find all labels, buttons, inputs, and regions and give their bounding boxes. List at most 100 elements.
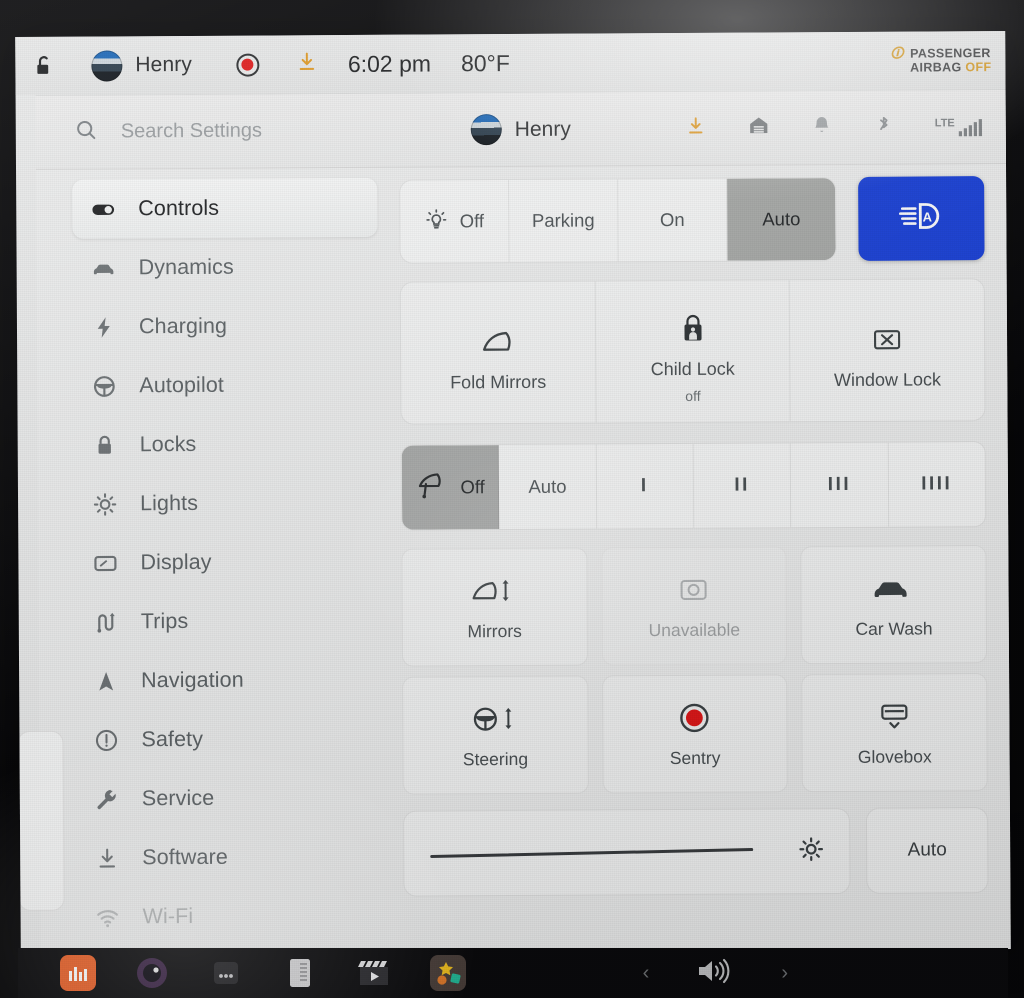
tile-child-lock[interactable]: Child Lock off bbox=[595, 280, 791, 423]
car-wash-icon bbox=[871, 569, 917, 609]
left-edge-panel bbox=[17, 730, 65, 912]
clock: 6:02 pm bbox=[347, 49, 432, 77]
brightness-slider[interactable] bbox=[430, 842, 781, 862]
speaker-icon[interactable] bbox=[695, 957, 735, 990]
avatar[interactable] bbox=[91, 49, 123, 82]
tile-label: Fold Mirrors bbox=[450, 371, 547, 392]
more-dots-icon[interactable] bbox=[208, 955, 244, 991]
sidebar-label: Locks bbox=[139, 431, 197, 457]
sidebar-label: Dynamics bbox=[138, 254, 234, 280]
wiper-option-auto[interactable]: Auto bbox=[499, 444, 597, 530]
profile-avatar[interactable] bbox=[470, 114, 502, 146]
brightness-auto-label: Auto bbox=[907, 839, 947, 861]
wiper-option-2[interactable]: II bbox=[693, 443, 792, 528]
padlock-icon bbox=[92, 432, 118, 458]
mirror-icon bbox=[476, 321, 520, 361]
sidebar-item-wifi[interactable]: Wi-Fi bbox=[76, 886, 381, 947]
auto-high-beam-button[interactable]: A bbox=[858, 176, 985, 261]
record-dot-icon[interactable] bbox=[235, 53, 259, 77]
tile-label: Steering bbox=[462, 749, 529, 770]
volume-prev-button[interactable]: ‹ bbox=[643, 962, 650, 985]
sidebar-item-dynamics[interactable]: Dynamics bbox=[72, 237, 377, 298]
tile-fold-mirrors[interactable]: Fold Mirrors bbox=[400, 281, 597, 424]
lte-label: LTE bbox=[934, 116, 955, 129]
sidebar-item-display[interactable]: Display bbox=[74, 532, 379, 593]
warning-circle-icon bbox=[93, 727, 119, 753]
auto-high-beam-icon: A bbox=[896, 196, 946, 241]
wiper-option-3[interactable]: III bbox=[791, 442, 889, 528]
display-icon bbox=[92, 550, 118, 576]
tile-label: Sentry bbox=[669, 748, 721, 769]
wiper-option-4[interactable]: IIII bbox=[888, 442, 986, 527]
sidebar-item-software[interactable]: Software bbox=[76, 827, 381, 888]
sidebar-item-safety[interactable]: Safety bbox=[75, 709, 380, 770]
headlights-segmented-control: Off Parking On Auto bbox=[399, 177, 837, 264]
wipers-segmented-control: Off Auto I II III IIII bbox=[400, 441, 987, 531]
tile-label: Child Lock bbox=[650, 358, 735, 380]
sentry-record-icon bbox=[678, 698, 712, 738]
sidebar-item-lights[interactable]: Lights bbox=[74, 473, 379, 534]
bolt-icon bbox=[91, 314, 117, 340]
volume-next-button[interactable]: › bbox=[781, 962, 788, 985]
tile-steering[interactable]: Steering bbox=[402, 675, 589, 795]
sidebar-label: Wi-Fi bbox=[142, 903, 194, 929]
sidebar-label: Charging bbox=[138, 313, 228, 339]
home-garage-icon[interactable] bbox=[747, 113, 771, 142]
airbag-text: PASSENGER AIRBAG OFF bbox=[910, 46, 991, 75]
headlights-row: Off Parking On Auto A bbox=[399, 176, 985, 264]
sidebar-label: Navigation bbox=[141, 667, 244, 693]
profile-chip[interactable]: Henry bbox=[401, 113, 641, 146]
equalizer-app-icon[interactable] bbox=[60, 955, 96, 991]
controls-panel: Off Parking On Auto A Fold Mirrors Child… bbox=[391, 164, 1011, 954]
headlight-option-off[interactable]: Off bbox=[400, 180, 510, 263]
toybox-app-icon[interactable] bbox=[430, 955, 466, 991]
headlight-option-on[interactable]: On bbox=[618, 178, 728, 262]
wiper-option-1[interactable]: I bbox=[596, 443, 695, 529]
toggle-icon bbox=[90, 196, 116, 222]
sidebar-item-navigation[interactable]: Navigation bbox=[75, 650, 380, 711]
tile-label: Car Wash bbox=[855, 618, 933, 640]
navigation-arrow-icon bbox=[93, 668, 119, 694]
search-input[interactable]: Search Settings bbox=[121, 120, 262, 144]
brightness-auto-button[interactable]: Auto bbox=[865, 807, 989, 894]
sidebar-item-trips[interactable]: Trips bbox=[75, 591, 380, 652]
sidebar-item-locks[interactable]: Locks bbox=[74, 414, 379, 475]
sidebar-item-service[interactable]: Service bbox=[76, 768, 381, 829]
brightness-sun-icon bbox=[797, 835, 825, 868]
bell-icon[interactable] bbox=[811, 114, 833, 141]
bluetooth-icon[interactable] bbox=[873, 114, 895, 141]
mirror-lock-strip: Fold Mirrors Child Lock off Window Lock bbox=[399, 278, 986, 425]
tile-glovebox[interactable]: Glovebox bbox=[801, 673, 988, 793]
sidebar-item-controls[interactable]: Controls bbox=[72, 177, 378, 239]
route-icon bbox=[93, 609, 119, 635]
tesla-touchscreen: Henry 6:02 pm 80°F 🛈 PASSENGER AIRBAG OF… bbox=[15, 30, 1011, 956]
lte-signal-icon[interactable]: LTE bbox=[935, 117, 984, 137]
settings-body: Controls Dynamics Charging Autopilot Loc… bbox=[36, 164, 1011, 955]
headlight-option-auto[interactable]: Auto bbox=[727, 178, 836, 261]
mirror-adjust-icon bbox=[468, 571, 520, 611]
download-icon[interactable] bbox=[685, 115, 707, 142]
controls-grid: Mirrors Unavailable Car Wash Steering Se… bbox=[401, 545, 988, 795]
status-bar: Henry 6:02 pm 80°F 🛈 PASSENGER AIRBAG OF… bbox=[15, 30, 1006, 96]
steering-wheel-icon bbox=[91, 373, 117, 399]
unlock-icon[interactable] bbox=[31, 53, 57, 79]
calendar-app-icon[interactable] bbox=[282, 955, 318, 991]
sidebar-item-autopilot[interactable]: Autopilot bbox=[73, 355, 378, 416]
screen-photo: Henry 6:02 pm 80°F 🛈 PASSENGER AIRBAG OF… bbox=[0, 0, 1024, 998]
headlight-option-parking[interactable]: Parking bbox=[509, 179, 619, 263]
tile-window-lock[interactable]: Window Lock bbox=[790, 279, 985, 421]
wiper-option-off[interactable]: Off bbox=[401, 445, 500, 530]
tile-mirrors[interactable]: Mirrors bbox=[401, 547, 588, 667]
profile-name: Henry bbox=[514, 117, 571, 141]
tile-label: Mirrors bbox=[467, 621, 522, 642]
video-app-icon[interactable] bbox=[356, 955, 392, 991]
tile-car-wash[interactable]: Car Wash bbox=[800, 545, 988, 665]
download-icon[interactable] bbox=[295, 50, 318, 78]
tile-sentry[interactable]: Sentry bbox=[601, 674, 789, 794]
airbag-state: OFF bbox=[965, 60, 992, 75]
download-icon bbox=[94, 845, 120, 871]
wiper-label-4: IIII bbox=[921, 473, 953, 495]
sidebar-item-charging[interactable]: Charging bbox=[73, 296, 378, 357]
camera-app-icon[interactable] bbox=[134, 955, 170, 991]
brightness-row: Auto bbox=[402, 807, 989, 897]
